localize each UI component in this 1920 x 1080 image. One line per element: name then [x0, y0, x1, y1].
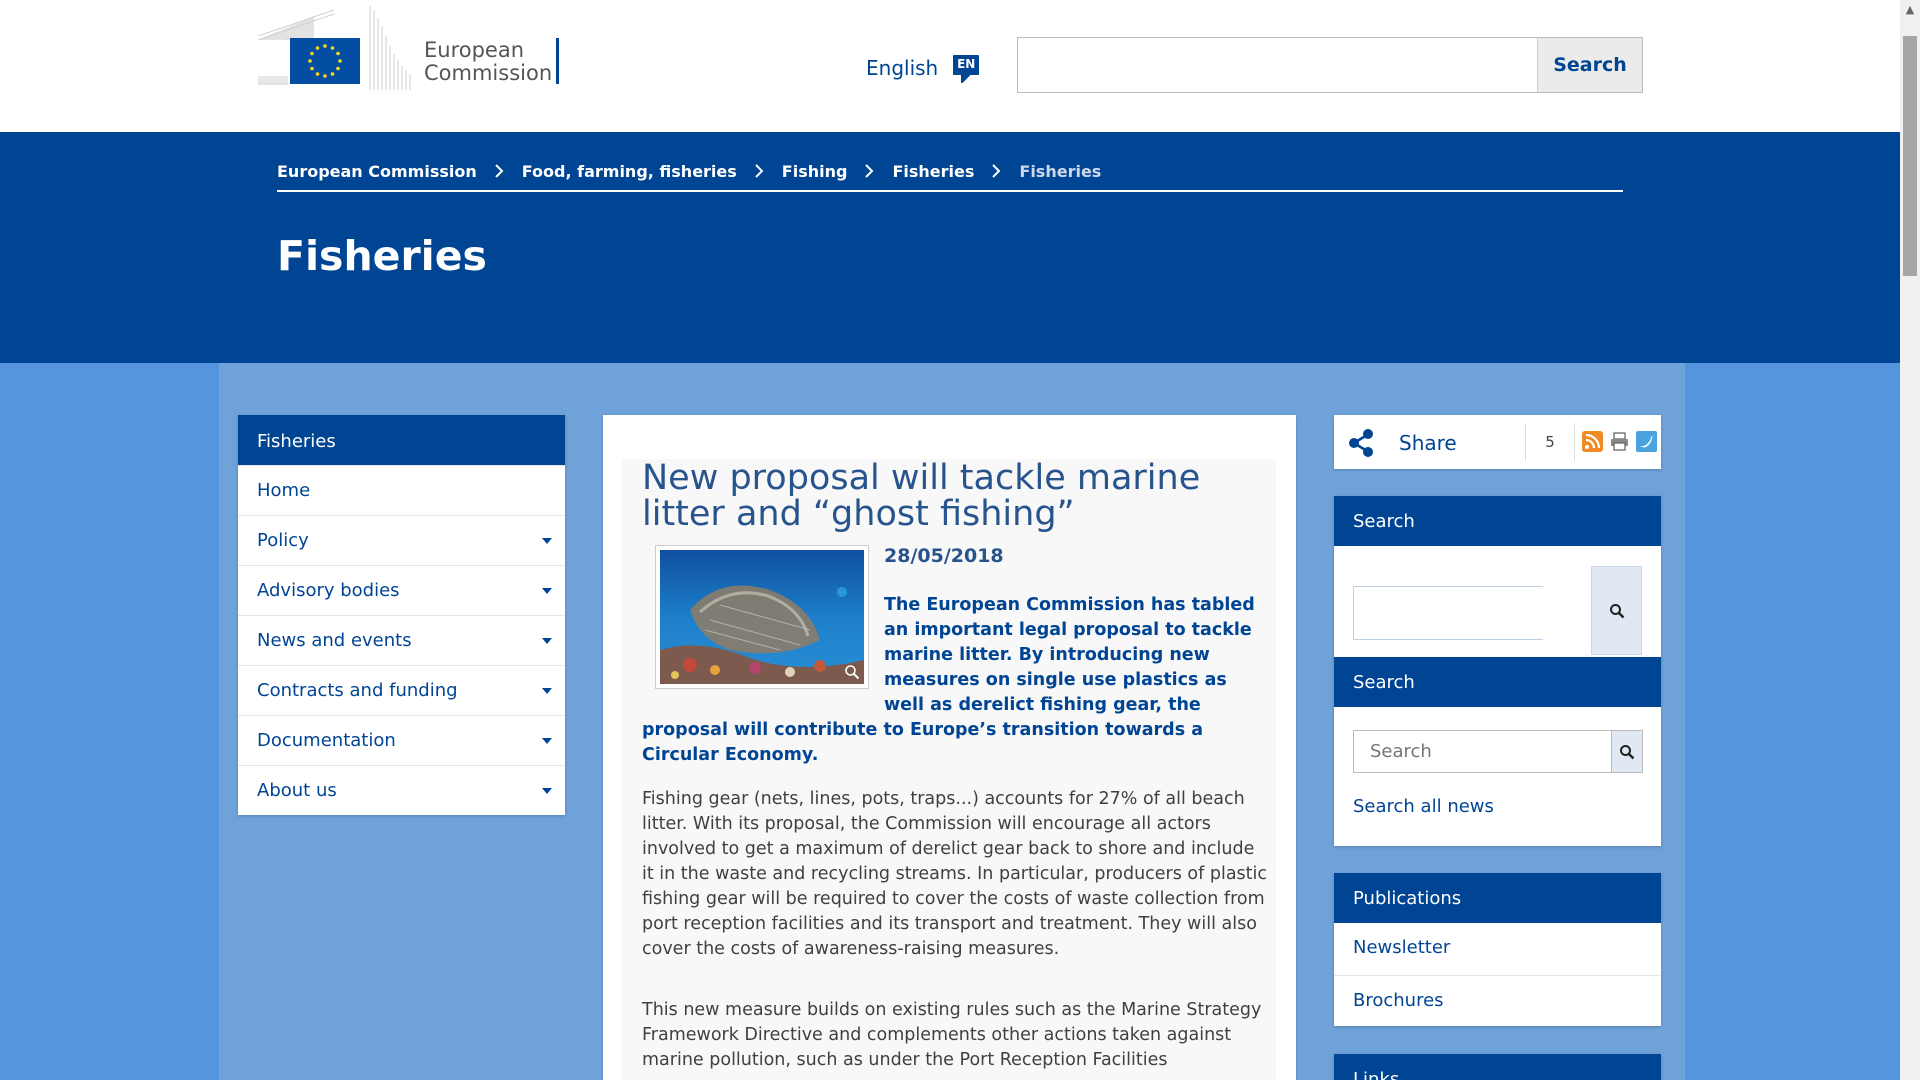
article-title: New proposal will tackle marine litter a…	[642, 458, 1201, 534]
scroll-up-arrow-icon[interactable]: ▲	[1900, 0, 1920, 20]
logo-divider	[556, 38, 559, 84]
global-search-button[interactable]: Search	[1537, 38, 1642, 92]
magnifier-icon	[1609, 603, 1624, 618]
search-all-news-link[interactable]: Search all news	[1353, 796, 1494, 817]
sidenav-item-label: Policy	[257, 530, 309, 551]
logo-text: European Commission	[424, 39, 552, 85]
sidenav-heading[interactable]: Fisheries	[238, 415, 565, 465]
language-bubble-icon: EN	[950, 52, 982, 84]
share-count: 5	[1525, 423, 1575, 461]
links-heading: Links	[1334, 1054, 1661, 1080]
article-lead: The European Commission has tabled an im…	[642, 593, 1272, 768]
caret-down-icon[interactable]	[542, 788, 552, 794]
sidenav-item-label: Documentation	[257, 730, 396, 751]
news-search-panel: Search Search all news	[1334, 657, 1661, 846]
global-search-input[interactable]	[1018, 38, 1537, 92]
news-search-button[interactable]	[1612, 730, 1643, 773]
breadcrumb-european-commission[interactable]: European Commission	[277, 162, 477, 181]
sidenav-item-documentation[interactable]: Documentation	[238, 715, 565, 765]
language-label: English	[866, 56, 939, 80]
logo-line-2: Commission	[424, 61, 553, 85]
news-article: New proposal will tackle marine litter a…	[603, 415, 1296, 1080]
section-navigation: Fisheries Home Policy Advisory bodies Ne…	[238, 415, 565, 815]
share-icon[interactable]	[1346, 428, 1376, 458]
global-search: Search	[1017, 37, 1643, 93]
breadcrumb: European Commission Food, farming, fishe…	[277, 152, 1623, 192]
sidenav-item-label: News and events	[257, 630, 412, 651]
search-panel-heading: Search	[1334, 496, 1661, 546]
news-search-input[interactable]	[1353, 730, 1612, 773]
sidenav-item-home[interactable]: Home	[238, 465, 565, 515]
share-tools	[1582, 431, 1657, 452]
page-scrollbar[interactable]: ▲	[1900, 0, 1920, 1080]
chevron-right-icon	[865, 164, 874, 178]
page-title: Fisheries	[277, 232, 487, 280]
print-icon[interactable]	[1609, 431, 1630, 452]
caret-down-icon[interactable]	[542, 538, 552, 544]
sidenav-item-advisory-bodies[interactable]: Advisory bodies	[238, 565, 565, 615]
caret-down-icon[interactable]	[542, 688, 552, 694]
sidenav-item-label: About us	[257, 780, 337, 801]
chevron-right-icon	[495, 164, 504, 178]
article-date: 28/05/2018	[884, 545, 1004, 567]
sidenav-item-news-and-events[interactable]: News and events	[238, 615, 565, 665]
share-label[interactable]: Share	[1399, 431, 1457, 455]
chevron-right-icon	[755, 164, 764, 178]
caret-down-icon[interactable]	[542, 588, 552, 594]
news-search-form	[1353, 730, 1643, 773]
logo-line-1: European	[424, 38, 525, 62]
sidenav-item-contracts-and-funding[interactable]: Contracts and funding	[238, 665, 565, 715]
european-commission-logo[interactable]: European Commission	[258, 6, 561, 90]
breadcrumb-food-farming-fisheries[interactable]: Food, farming, fisheries	[522, 162, 737, 181]
site-header: European Commission English EN Search	[0, 0, 1900, 132]
language-code: EN	[957, 57, 976, 71]
search-panel-button[interactable]	[1591, 566, 1642, 655]
scroll-thumb[interactable]	[1903, 36, 1917, 276]
search-panel-primary: Search	[1334, 496, 1661, 659]
sidenav-item-label: Contracts and funding	[257, 680, 458, 701]
links-panel: Links	[1334, 1054, 1661, 1080]
publications-item-brochures[interactable]: Brochures	[1334, 975, 1661, 1027]
rss-icon[interactable]	[1582, 431, 1603, 452]
publications-panel: Publications Newsletter Brochures	[1334, 873, 1661, 1026]
breadcrumb-fishing[interactable]: Fishing	[782, 162, 848, 181]
caret-down-icon[interactable]	[542, 738, 552, 744]
lead-float-spacer	[642, 593, 884, 697]
publications-item-newsletter[interactable]: Newsletter	[1334, 923, 1661, 975]
sidenav-item-label: Home	[257, 480, 311, 501]
breadcrumb-fisheries[interactable]: Fisheries	[892, 162, 974, 181]
news-search-heading: Search	[1334, 657, 1661, 707]
page-banner: European Commission Food, farming, fishe…	[0, 132, 1900, 363]
eu-flag-icon	[258, 6, 411, 90]
publications-heading: Publications	[1334, 873, 1661, 923]
breadcrumb-current: Fisheries	[1019, 161, 1102, 181]
search-panel-input[interactable]	[1353, 586, 1543, 640]
language-selector[interactable]: English EN	[866, 52, 982, 84]
share-bar: Share 5	[1334, 415, 1661, 469]
sidenav-item-label: Advisory bodies	[257, 580, 400, 601]
sidenav-item-about-us[interactable]: About us	[238, 765, 565, 815]
article-paragraph-2: This new measure builds on existing rule…	[642, 1000, 1262, 1070]
caret-down-icon[interactable]	[542, 638, 552, 644]
article-paragraph-1: Fishing gear (nets, lines, pots, traps..…	[642, 789, 1268, 959]
twitter-icon[interactable]	[1636, 431, 1657, 452]
chevron-right-icon	[992, 164, 1001, 178]
sidenav-item-policy[interactable]: Policy	[238, 515, 565, 565]
magnifier-icon	[1620, 744, 1635, 759]
